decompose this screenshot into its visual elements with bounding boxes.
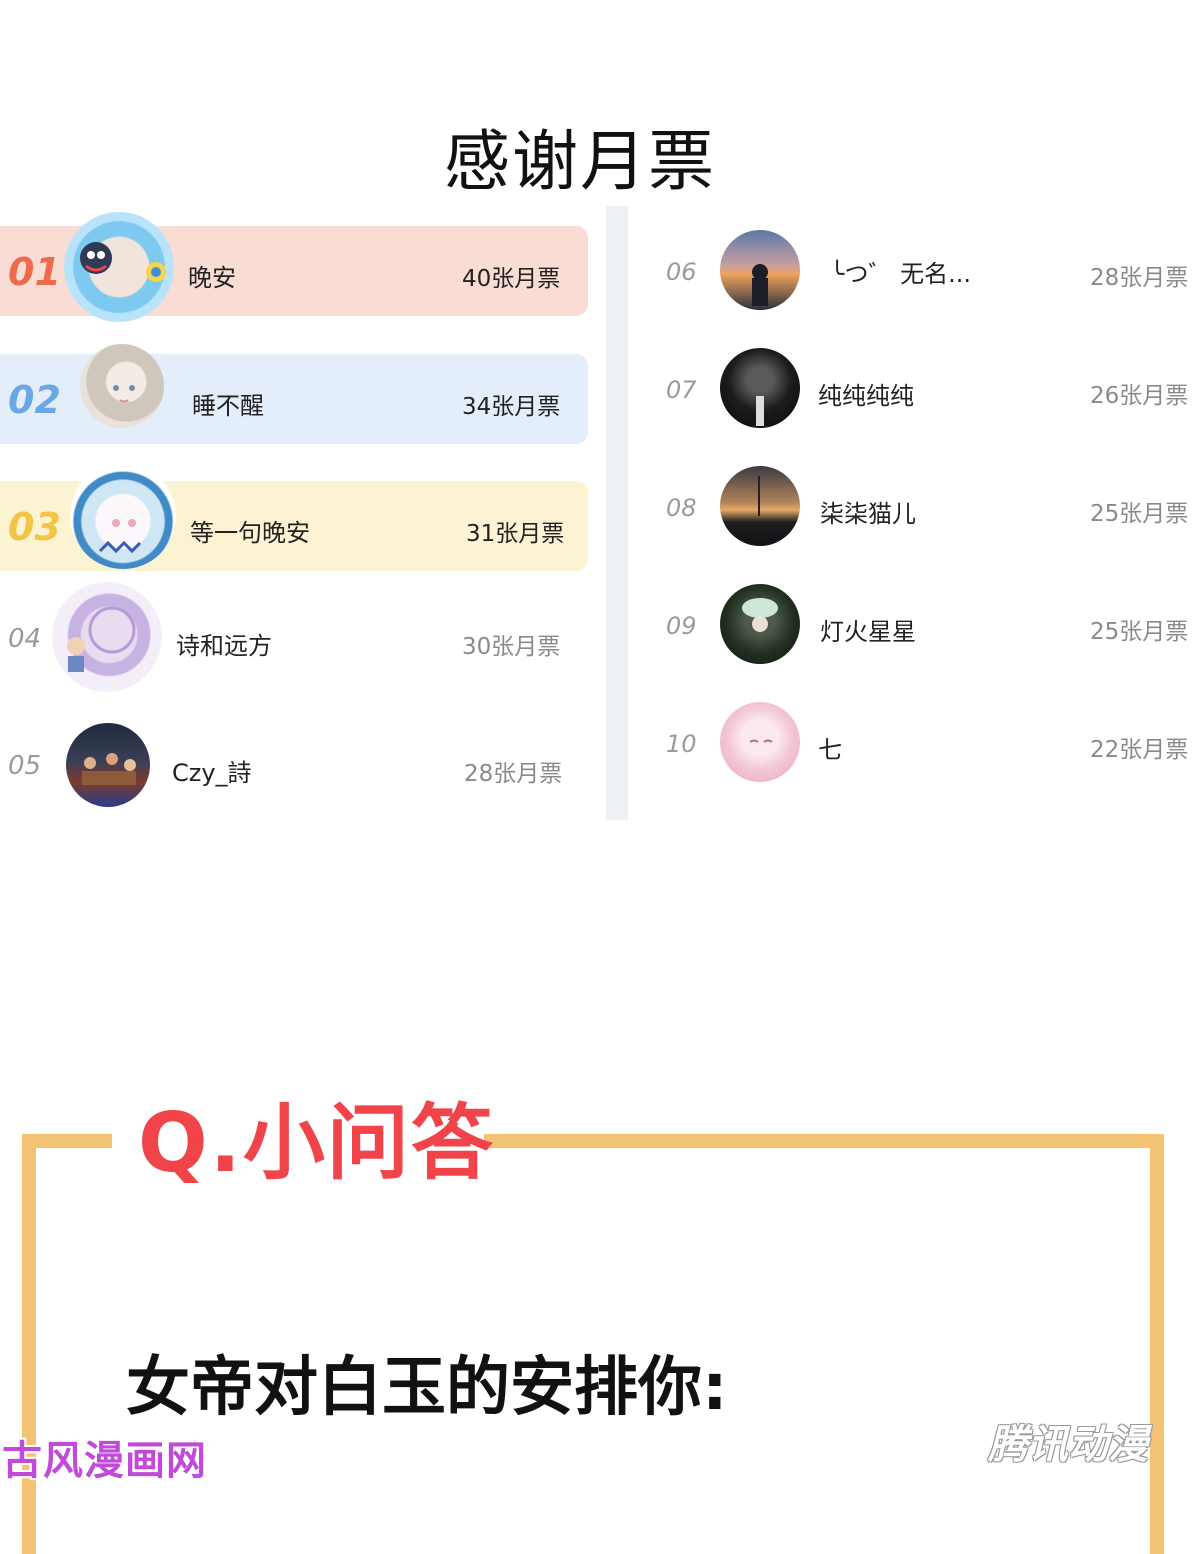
rank-number: 01: [8, 250, 61, 294]
vote-count: 40张月票: [462, 266, 561, 292]
rank-number: 07: [666, 376, 697, 404]
avatar[interactable]: [720, 584, 800, 664]
rank-row-03: 03 等一句晚安 31张月票: [0, 463, 600, 571]
avatar[interactable]: [66, 723, 150, 807]
rank-row-05: 05 Czy_詩 28张月票: [0, 721, 600, 811]
watermark-right: 腾讯动漫: [988, 1422, 1148, 1468]
avatar-photo-icon: [752, 264, 768, 306]
page-title: 感谢月票: [444, 123, 716, 200]
vote-count: 25张月票: [1090, 501, 1189, 527]
user-name: 灯火星星: [820, 618, 916, 646]
user-name: 纯纯纯纯: [818, 382, 914, 410]
user-name: 诗和远方: [176, 632, 272, 660]
vote-count: 22张月票: [1090, 737, 1189, 763]
rank-number: 06: [666, 258, 697, 286]
avatar-anime-icon: [749, 739, 773, 743]
vote-count: 28张月票: [1090, 265, 1189, 291]
user-name: 等一句晚安: [190, 519, 310, 547]
avatar[interactable]: [720, 702, 800, 782]
column-divider: [606, 206, 628, 820]
qa-question: 女帝对白玉的安排你:: [126, 1351, 728, 1425]
user-name: 柒柒猫儿: [820, 500, 916, 528]
avatar[interactable]: [80, 344, 164, 428]
rank-number: 09: [666, 612, 697, 640]
vote-count: 25张月票: [1090, 619, 1189, 645]
avatar-anime-icon: [742, 598, 778, 632]
vote-count: 26张月票: [1090, 383, 1189, 409]
rank-number: 08: [666, 494, 697, 522]
rank-number: 04: [8, 624, 42, 654]
user-name: 七: [818, 736, 842, 764]
rank-row-08: 08 柒柒猫儿 25张月票: [650, 462, 1200, 552]
rank-number: 03: [8, 505, 61, 549]
avatar[interactable]: [720, 230, 800, 310]
rank-number: 10: [666, 730, 697, 758]
vote-count: 28张月票: [464, 761, 563, 787]
avatar[interactable]: [52, 582, 162, 692]
avatar[interactable]: [70, 463, 176, 569]
avatar[interactable]: [720, 348, 800, 428]
avatar-photo-icon: [758, 476, 760, 516]
avatar-frame-icon: [98, 519, 142, 554]
user-name: 睡不醒: [192, 392, 264, 420]
avatar-anime-icon: [756, 396, 764, 426]
rank-row-07: 07 纯纯纯纯 26张月票: [650, 344, 1200, 434]
rank-row-01: 01 晚安 40张月票: [0, 212, 600, 322]
user-name: 晚安: [188, 264, 236, 292]
vote-count: 31张月票: [466, 521, 565, 547]
rank-number: 05: [8, 751, 42, 781]
user-name: ╰つ゛ 无名...: [830, 260, 971, 288]
avatar[interactable]: [720, 466, 800, 546]
vote-count: 30张月票: [462, 634, 561, 660]
vote-count: 34张月票: [462, 394, 561, 420]
rank-row-04: 04 诗和远方 30张月票: [0, 582, 600, 692]
avatar-photo-icon: [82, 753, 136, 785]
rank-row-06: 06 ╰つ゛ 无名... 28张月票: [650, 226, 1200, 316]
rank-row-02: 02 睡不醒 34张月票: [0, 344, 600, 444]
qa-title: Q.小问答: [138, 1096, 495, 1191]
rank-row-09: 09 灯火星星 25张月票: [650, 580, 1200, 670]
rank-number: 02: [8, 378, 61, 422]
avatar[interactable]: [64, 212, 174, 322]
avatar-anime-icon: [113, 385, 135, 403]
watermark-left: 古风漫画网: [2, 1438, 207, 1484]
avatar-frame-icon: [67, 606, 136, 672]
avatar-frame-icon: [80, 242, 166, 282]
user-name: Czy_詩: [172, 759, 252, 787]
rank-row-10: 10 七 22张月票: [650, 698, 1200, 788]
